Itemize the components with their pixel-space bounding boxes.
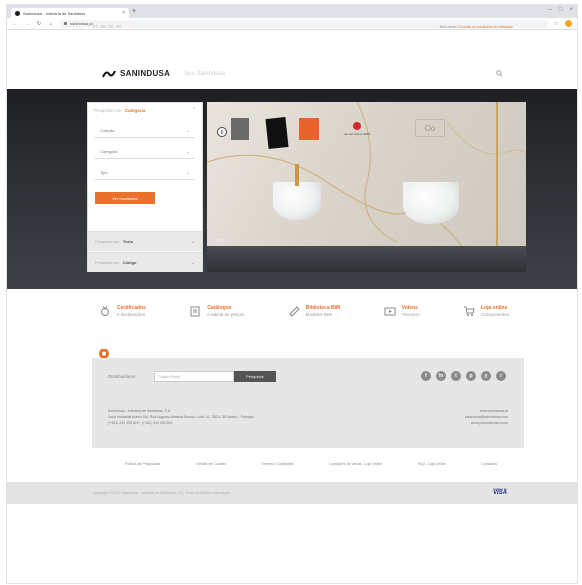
footer-link[interactable]: Política de Privacidade [125,462,161,466]
company-websites: www.sanindusa.pt sanindusa@sanindusa.com… [465,408,508,426]
postal-code-input[interactable]: Código Postal [154,371,234,382]
reload-icon[interactable]: ↻ [36,21,42,27]
banner-floor [207,246,526,272]
service-online-store[interactable]: Loja online Componentes [463,305,509,317]
service-catalogs[interactable]: Catálogos e tabela de preços [189,305,244,317]
footer-link[interactable]: Gestão de Cookies [196,462,226,466]
youtube-icon[interactable]: y [481,371,491,381]
wall-hung-toilet-image [273,182,321,220]
close-window-icon[interactable]: × [569,7,573,13]
linkedin-icon[interactable]: in [436,371,446,381]
award-badge-icon: 6 [217,118,227,140]
site-logo[interactable]: SANINDUSA Sou Sanindusa [102,69,225,78]
footer-link[interactable]: Contactos [481,462,497,466]
service-certificates[interactable]: Certificados e declarações [99,305,146,317]
view-results-button[interactable]: Ver resultados [95,192,155,204]
social-links: f in t p y i [421,371,506,381]
bim-icon [289,306,300,317]
distributor-search-button[interactable]: Pesquisar [234,371,276,382]
bookmark-star-icon[interactable]: ☆ [554,20,559,27]
chevron-down-icon: ⌄ [190,238,195,245]
service-videos[interactable]: Vídeos Técnicos [384,305,420,317]
collection-logo: Oo [415,119,445,137]
award-seal-icon [231,118,249,140]
chevron-down-icon: ⌄ [186,128,190,133]
svg-text:6: 6 [221,130,224,136]
gold-faucet-image [295,164,299,186]
red-dot-award: red dot winner 2022 [327,118,387,140]
chevron-down-icon: ⌄ [186,170,190,175]
new-tab-icon[interactable]: + [132,8,136,16]
category-select[interactable]: Categoria ⌄ [95,145,195,159]
hero-banner[interactable]: 6 red dot winner 2022 Oo Oblique [207,102,526,272]
verified-by-visa-badge: Verified by VISA [492,487,507,496]
twitter-icon[interactable]: t [451,371,461,381]
service-bim-library[interactable]: Biblioteca BIM Modelos BIM [288,305,340,317]
medal-icon [101,305,109,316]
sanindusa-logo-icon [102,70,116,77]
distributors-label: Distribuidores [108,374,136,379]
search-by-code-row[interactable]: Pesquisar por Código ⌄ [88,252,202,272]
chevron-down-icon: ⌄ [186,149,190,154]
brand-tagline: Sou Sanindusa [184,70,225,77]
close-tab-icon[interactable]: × [122,10,125,16]
pinterest-icon[interactable]: p [466,371,476,381]
chevron-down-icon: ⌄ [190,259,195,266]
tab-title: Sanindusa - Indústria de Sanitários [23,10,86,16]
footer-link[interactable]: FAQ - Loja Online [418,462,446,466]
footer-link[interactable]: Condições de Venda - Loja Online [329,462,382,466]
copyright-bar: Copyright © 2022 Sanindusa - Indústria d… [7,482,577,504]
browser-tab[interactable]: Sanindusa - Indústria de Sanitários × [11,8,129,18]
notice-link[interactable]: Consulte as condições de utilização [457,25,513,29]
product-search-panel: Pesquisar por Categoria ⌃ Coleção ⌄ Categ… [87,102,203,272]
browser-tabbar: Sanindusa - Indústria de Sanitários × + … [7,5,577,18]
iF-award-icon [299,118,319,140]
search-icon[interactable] [496,70,503,77]
company-address: Sanindusa - Indústria de Sanitários, S.A… [108,409,254,425]
website-link[interactable]: www.pluscollection.com [465,420,508,426]
hero-section: Pesquisar por Categoria ⌃ Coleção ⌄ Categ… [7,89,577,289]
copyright-text: Copyright © 2022 Sanindusa - Indústria d… [93,491,231,495]
wall-hung-bidet-image [403,182,459,224]
video-icon [384,307,396,316]
collection-select[interactable]: Coleção ⌄ [95,124,195,138]
lock-icon [64,22,67,25]
chevron-up-icon: ⌃ [191,107,196,113]
url-text: sanindusa.pt [70,21,93,26]
extension-icon[interactable] [565,20,572,27]
forward-icon[interactable]: → [24,21,30,27]
footer-link[interactable]: Termos e Condições [262,462,294,466]
header-notice: Bem-vindo Consulte as condições de utili… [439,25,513,29]
banner-caption: Oblique [215,238,228,242]
type-select[interactable]: Tipo ⌄ [95,166,195,180]
distributors-panel: Distribuidores Código Postal Pesquisar f… [92,358,524,448]
home-icon[interactable]: ⌂ [48,21,54,27]
back-icon[interactable]: ← [12,21,18,27]
page-frame: Sanindusa - Indústria de Sanitários × + … [6,4,578,584]
minimize-icon[interactable]: – [549,7,552,13]
search-by-category-header[interactable]: Pesquisar por Categoria ⌃ [88,103,202,117]
red-dot-icon [353,122,361,130]
catalog-icon [190,306,200,317]
maximize-icon[interactable]: □ [559,7,563,13]
visa-logo: VISA [492,490,507,496]
brand-name: SANINDUSA [120,69,171,78]
window-controls: – □ × [549,7,573,13]
instagram-icon[interactable]: i [496,371,506,381]
services-row: Certificados e declarações Catálogos e tab… [99,305,509,317]
search-by-text-row[interactable]: Pesquisar por Texto ⌄ [88,231,202,251]
footer-links: Política de Privacidade Gestão de Cookie… [125,462,497,466]
cart-icon [463,306,475,316]
favicon-icon [15,10,20,16]
design-award-icon [265,117,289,149]
language-switch[interactable]: PT · EN · ES · FR [93,25,121,29]
facebook-icon[interactable]: f [421,371,431,381]
